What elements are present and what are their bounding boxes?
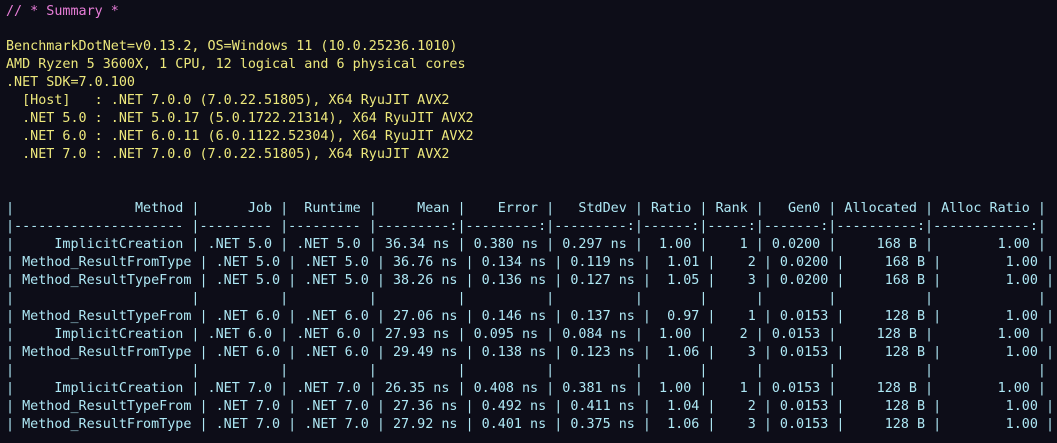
env-line-sdk: .NET SDK=7.0.100 <box>6 75 135 90</box>
table-row: | Method_ResultTypeFrom | .NET 7.0 | .NE… <box>6 399 1055 414</box>
table-row: | Method_ResultTypeFrom | .NET 6.0 | .NE… <box>6 309 1055 324</box>
table-row: | Method_ResultFromType | .NET 5.0 | .NE… <box>6 255 1055 270</box>
table-row-blank: | | | | | | | | | | | | <box>6 363 1046 378</box>
env-line-net7: .NET 7.0 : .NET 7.0.0 (7.0.22.51805), X6… <box>6 147 450 162</box>
table-separator: |--------------------- |--------- |-----… <box>6 219 1046 234</box>
env-line-cpu: AMD Ryzen 5 3600X, 1 CPU, 12 logical and… <box>6 57 466 72</box>
env-line-host: [Host] : .NET 7.0.0 (7.0.22.51805), X64 … <box>6 93 450 108</box>
summary-comment: // * Summary * <box>6 4 119 19</box>
table-row: | ImplicitCreation | .NET 6.0 | .NET 6.0… <box>6 327 1046 342</box>
table-row: | Method_ResultFromType | .NET 7.0 | .NE… <box>6 417 1055 432</box>
env-line-net5: .NET 5.0 : .NET 5.0.17 (5.0.1722.21314),… <box>6 111 474 126</box>
env-line-benchmarkdotnet: BenchmarkDotNet=v0.13.2, OS=Windows 11 (… <box>6 39 458 54</box>
table-row: | ImplicitCreation | .NET 7.0 | .NET 7.0… <box>6 381 1046 396</box>
table-row: | Method_ResultTypeFrom | .NET 5.0 | .NE… <box>6 273 1055 288</box>
table-row: | Method_ResultFromType | .NET 6.0 | .NE… <box>6 345 1055 360</box>
table-row: | ImplicitCreation | .NET 5.0 | .NET 5.0… <box>6 237 1046 252</box>
env-line-net6: .NET 6.0 : .NET 6.0.11 (6.0.1122.52304),… <box>6 129 474 144</box>
table-row-blank: | | | | | | | | | | | | <box>6 291 1046 306</box>
table-header: | Method | Job | Runtime | Mean | Error … <box>6 201 1046 216</box>
terminal-output: // * Summary * BenchmarkDotNet=v0.13.2, … <box>0 0 1057 443</box>
